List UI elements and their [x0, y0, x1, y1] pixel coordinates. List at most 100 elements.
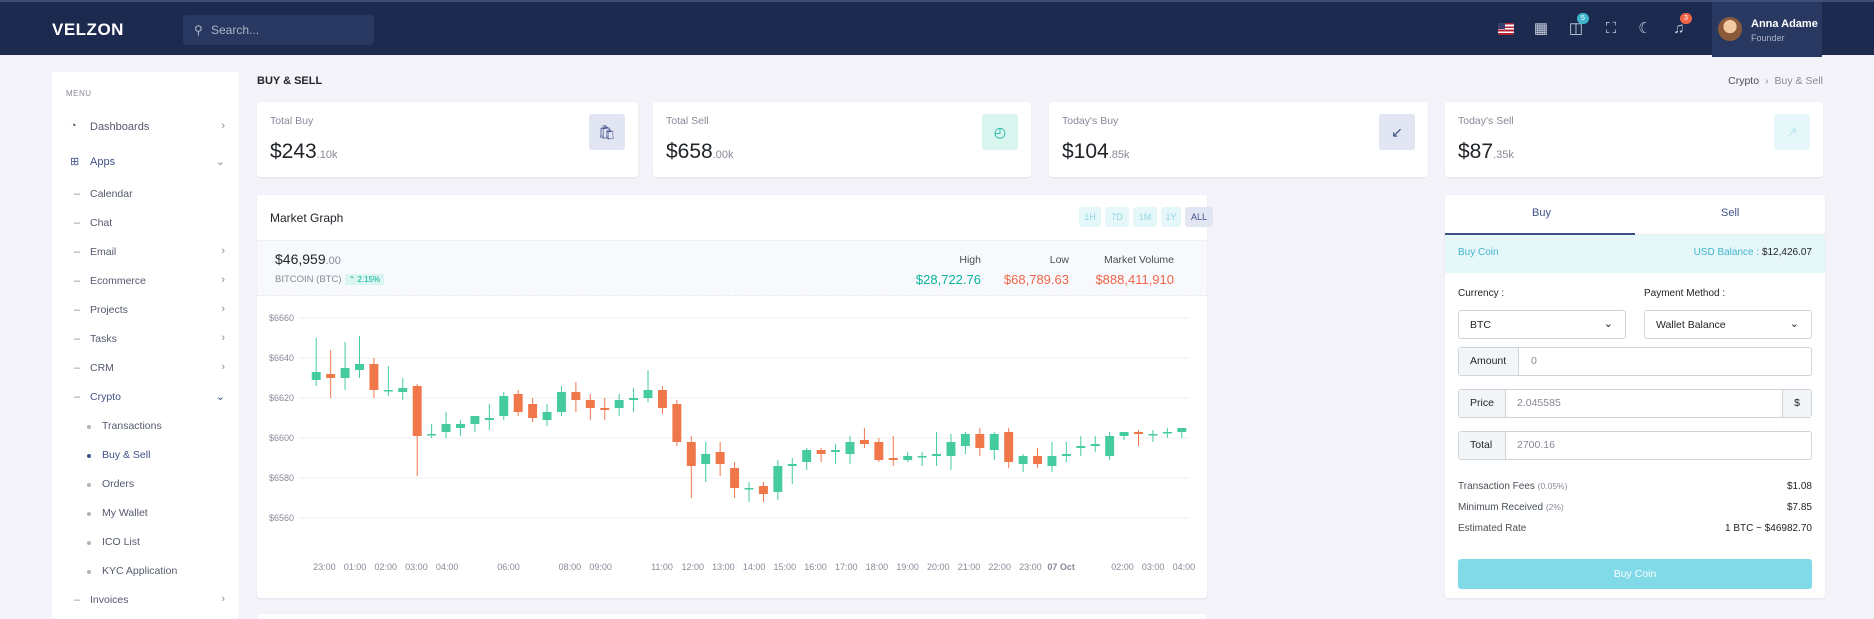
candle-body: [556, 392, 566, 412]
sidebar-item-ecommerce[interactable]: – Ecommerce ›: [52, 272, 239, 292]
breadcrumb: Crypto › Buy & Sell: [1728, 75, 1823, 87]
chevron-right-icon: ›: [221, 120, 225, 132]
search-input[interactable]: Search...: [211, 23, 259, 37]
sidebar-item-chat[interactable]: – Chat: [52, 214, 239, 234]
candle-body: [946, 442, 956, 456]
price-field[interactable]: Price 2.045585 $: [1458, 389, 1812, 418]
menu-title: MENU: [66, 89, 92, 98]
stat-value: $243.10k: [270, 140, 338, 163]
chevron-right-icon: ›: [1765, 75, 1769, 87]
sidebar-item-email[interactable]: – Email ›: [52, 243, 239, 263]
candle-body: [643, 390, 653, 398]
x-tick-label: 02:00: [1111, 562, 1134, 572]
x-tick-label: 02:00: [374, 562, 397, 572]
tab-buy[interactable]: Buy: [1532, 207, 1551, 219]
stat-value: $658.00k: [666, 140, 734, 163]
sidebar-item-label: Tasks: [90, 333, 117, 345]
sidebar-item-orders[interactable]: Orders: [52, 475, 239, 495]
x-tick-label: 01:00: [344, 562, 367, 572]
breadcrumb-crypto[interactable]: Crypto: [1728, 75, 1759, 87]
range-1h-button[interactable]: 1H: [1079, 207, 1101, 227]
total-field[interactable]: Total 2700.16: [1458, 431, 1812, 460]
candle-body: [874, 442, 884, 460]
y-tick-label: $6580: [269, 473, 294, 483]
sidebar-item-kyc-application[interactable]: KYC Application: [52, 562, 239, 582]
range-7d-button[interactable]: 7D: [1105, 207, 1129, 227]
sidebar-item-transactions[interactable]: Transactions: [52, 417, 239, 437]
candle-body: [845, 442, 855, 454]
apps-grid-icon[interactable]: ▦: [1532, 20, 1550, 38]
estimated-rate-row: Estimated Rate 1 BTC ~ $46982.70: [1458, 523, 1812, 534]
trending-up-icon: ◴: [982, 114, 1018, 150]
candlestick-chart[interactable]: $6660 $6640 $6620 $6600 $6580 $6560 23:00 01:00…: [257, 298, 1207, 598]
sidebar-item-projects[interactable]: – Projects ›: [52, 301, 239, 321]
price-input[interactable]: 2.045585: [1517, 397, 1561, 409]
avatar[interactable]: [1718, 17, 1742, 41]
candle-body: [311, 372, 321, 380]
range-1y-button[interactable]: 1Y: [1161, 207, 1181, 227]
y-tick-label: $6620: [269, 393, 294, 403]
amount-label: Amount: [1459, 348, 1519, 375]
candle-body: [629, 398, 639, 400]
payment-method-select[interactable]: Wallet Balance ⌄: [1644, 310, 1812, 339]
moon-icon[interactable]: ☾: [1636, 20, 1654, 38]
price-label: Price: [1459, 390, 1506, 417]
sidebar-item-crm[interactable]: – CRM ›: [52, 359, 239, 379]
stat-card-todays-sell: Today's Sell $87.35k ↗: [1445, 102, 1823, 177]
candle-body: [787, 464, 797, 466]
candle-body: [412, 386, 422, 436]
range-all-button[interactable]: ALL: [1185, 207, 1213, 227]
range-1m-button[interactable]: 1M: [1133, 207, 1157, 227]
page-title: BUY & SELL: [257, 75, 323, 87]
payment-method-label: Payment Method :: [1644, 288, 1726, 299]
currency-select[interactable]: BTC ⌄: [1458, 310, 1626, 339]
chevron-down-icon: ⌄: [1603, 318, 1613, 330]
candle-body: [1119, 432, 1129, 436]
total-input[interactable]: 2700.16: [1517, 439, 1555, 451]
user-role: Founder: [1751, 33, 1785, 43]
us-flag-icon[interactable]: [1498, 23, 1514, 35]
candle-body: [917, 456, 927, 458]
sidebar-item-tasks[interactable]: – Tasks ›: [52, 330, 239, 350]
market-info-bar: $46,959.00 BITCOIN (BTC) ⌃ 2.15% High $28…: [257, 240, 1207, 296]
logo[interactable]: VELZON: [52, 20, 124, 40]
chevron-down-icon: ⌄: [1789, 318, 1799, 330]
search-box[interactable]: ⚲ Search...: [183, 15, 374, 45]
sidebar-item-label: Buy & Sell: [102, 449, 151, 461]
amount-input[interactable]: 0: [1531, 355, 1537, 367]
sidebar-item-invoices[interactable]: – Invoices ›: [52, 591, 239, 611]
candle-body: [470, 416, 480, 424]
sidebar-item-calendar[interactable]: – Calendar: [52, 185, 239, 205]
candle-body: [816, 450, 826, 454]
fullscreen-icon[interactable]: ⛶: [1602, 20, 1620, 38]
buy-coin-button[interactable]: Buy Coin: [1458, 559, 1812, 589]
x-tick-label: 04:00: [436, 562, 459, 572]
currency-label: Currency :: [1458, 288, 1505, 299]
total-label: Total: [1459, 432, 1506, 459]
sidebar-item-my-wallet[interactable]: My Wallet: [52, 504, 239, 524]
tab-sell[interactable]: Sell: [1721, 207, 1739, 219]
candle-body: [542, 412, 552, 420]
x-tick-label: 09:00: [589, 562, 612, 572]
candle-body: [1148, 434, 1158, 436]
sidebar-item-ico-list[interactable]: ICO List: [52, 533, 239, 553]
candle-body: [571, 392, 581, 400]
sidebar-item-label: Apps: [90, 156, 116, 168]
candle-body: [1047, 456, 1057, 466]
candle-body: [730, 468, 740, 488]
candle-body: [1162, 432, 1172, 434]
candle-body: [831, 450, 841, 452]
y-tick-label: $6640: [269, 353, 294, 363]
candle-body: [1004, 432, 1014, 462]
sidebar-item-buy-sell[interactable]: Buy & Sell: [52, 446, 239, 466]
market-volume-stat: Market Volume $888,411,910: [1095, 254, 1174, 287]
candle-body: [1018, 456, 1028, 464]
sidebar-item-dashboards[interactable]: ◔ Dashboards ›: [52, 118, 239, 138]
amount-field[interactable]: Amount 0: [1458, 347, 1812, 376]
sidebar-item-label: Chat: [90, 217, 113, 229]
sidebar-item-apps[interactable]: ⊞ Apps ⌄: [52, 153, 239, 173]
sidebar-item-crypto[interactable]: – Crypto ⌄: [52, 388, 239, 408]
candle-body: [499, 396, 509, 416]
candle-body: [1076, 446, 1086, 448]
y-tick-label: $6560: [269, 513, 294, 523]
